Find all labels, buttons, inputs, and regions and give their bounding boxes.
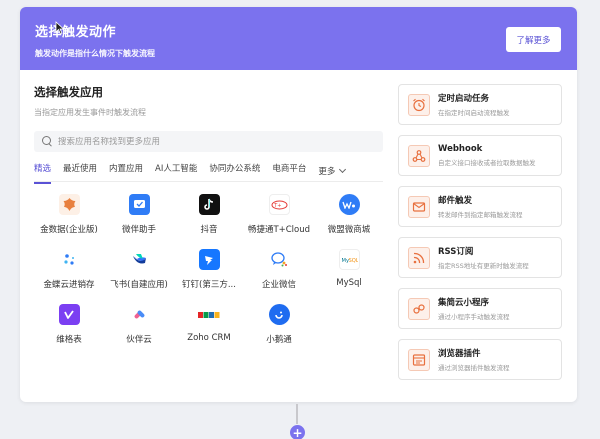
weiban-icon [128, 194, 150, 215]
app-label: 畅捷通T+Cloud [247, 225, 311, 235]
tab-ecommerce[interactable]: 电商平台 [272, 162, 306, 180]
add-step-button[interactable]: + [290, 425, 305, 439]
trigger-mini-program[interactable]: 集简云小程序 通过小程序手动触发流程 [398, 288, 562, 329]
search-icon [42, 136, 53, 147]
trigger-title: 邮件触发 [438, 196, 473, 206]
trigger-rss[interactable]: RSS订阅 指定RSS地址有更新时触发流程 [398, 237, 562, 278]
app-item-xiaoe[interactable]: 小鹅通 [244, 304, 314, 345]
trigger-desc: 自定义接口接收或者拉取数据触发 [438, 159, 536, 167]
app-item-kingdee[interactable]: 金蝶云进销存 [34, 249, 104, 290]
trigger-desc: 指定RSS地址有更新时触发流程 [438, 262, 529, 270]
app-item-mysql[interactable]: My SQL MySql [314, 249, 384, 290]
app-label: 微伴助手 [121, 225, 156, 235]
app-label: 飞书(自建应用) [110, 280, 168, 290]
chanjet-icon: T+ [268, 194, 290, 215]
section-title: 选择触发应用 [34, 85, 103, 99]
trigger-webhook[interactable]: Webhook 自定义接口接收或者拉取数据触发 [398, 135, 562, 176]
app-label: 金蝶云进销存 [43, 280, 95, 290]
rss-icon [408, 246, 430, 269]
app-item-huoban[interactable]: 伙伴云 [104, 304, 174, 345]
banner-subtitle: 触发动作是指什么情况下触发流程 [35, 49, 155, 58]
section-subtitle: 当指定应用发生事件时触发流程 [34, 108, 146, 117]
trigger-desc: 通过小程序手动触发流程 [438, 313, 510, 321]
dingtalk-icon [198, 249, 220, 270]
tab-more[interactable]: 更多 [318, 162, 347, 180]
webhook-icon [408, 144, 430, 167]
huoban-icon [128, 304, 150, 325]
app-item-jinshuju[interactable]: 金数据(企业版) [34, 194, 104, 235]
banner-title: 选择触发动作 [35, 25, 117, 40]
flow-connector-line [296, 404, 298, 424]
app-item-weiban[interactable]: 微伴助手 [104, 194, 174, 235]
app-item-weimob[interactable]: 微盟微商城 [314, 194, 384, 235]
browser-plugin-icon [408, 348, 430, 371]
app-item-zoho[interactable]: Zoho CRM [174, 304, 244, 345]
app-label: 钉钉(第三方... [182, 280, 236, 290]
trigger-title: Webhook [438, 144, 483, 154]
trigger-browser-plugin[interactable]: 浏览器插件 通过浏览器插件触发流程 [398, 339, 562, 380]
xiaoe-icon [268, 304, 290, 325]
app-item-dingtalk[interactable]: 钉钉(第三方... [174, 249, 244, 290]
trigger-title: 定时启动任务 [438, 94, 490, 104]
tabs-divider [34, 181, 383, 182]
app-label: 微盟微商城 [327, 225, 371, 235]
banner: 选择触发动作 触发动作是指什么情况下触发流程 了解更多 [20, 7, 577, 70]
trigger-selection-panel: 选择触发动作 触发动作是指什么情况下触发流程 了解更多 选择触发应用 当指定应用… [20, 7, 577, 402]
trigger-title: 浏览器插件 [438, 349, 481, 359]
app-label: Zoho CRM [187, 333, 231, 343]
app-selection: 选择触发应用 当指定应用发生事件时触发流程 精选 最近使用 内置应用 AI人工智… [34, 84, 384, 345]
douyin-icon [198, 194, 220, 215]
tab-builtin[interactable]: 内置应用 [109, 162, 143, 180]
app-item-feishu[interactable]: 飞书(自建应用) [104, 249, 174, 290]
chevron-down-icon [339, 165, 347, 174]
app-label: 企业微信 [261, 280, 296, 290]
tab-office[interactable]: 协同办公系统 [209, 162, 260, 180]
app-item-douyin[interactable]: 抖音 [174, 194, 244, 235]
mysql-icon: My SQL [338, 249, 360, 270]
app-item-vika[interactable]: 维格表 [34, 304, 104, 345]
tab-featured[interactable]: 精选 [34, 162, 52, 184]
trigger-mail[interactable]: 邮件触发 转发邮件到指定邮箱触发流程 [398, 186, 562, 227]
wecom-icon [268, 249, 290, 270]
search-bar[interactable] [34, 131, 383, 152]
app-label: 小鹅通 [266, 335, 292, 345]
app-label: 维格表 [56, 335, 82, 345]
tab-recent[interactable]: 最近使用 [63, 162, 97, 180]
app-label: 抖音 [200, 225, 218, 235]
mouse-cursor-icon [55, 21, 65, 35]
app-label: 伙伴云 [126, 335, 152, 345]
trigger-title: RSS订阅 [438, 247, 474, 257]
mini-program-icon [408, 297, 430, 320]
builtin-triggers: 定时启动任务 在指定时间启动流程触发 Webhook 自定义接口接收或者拉取数据… [398, 84, 562, 390]
app-grid: 金数据(企业版) 微伴助手 抖音 T+ 畅捷通T+Cloud 微盟微商城 金蝶云… [34, 194, 384, 345]
app-label: MySql [336, 278, 362, 288]
search-input[interactable] [58, 136, 358, 147]
feishu-icon [128, 249, 150, 270]
trigger-scheduled[interactable]: 定时启动任务 在指定时间启动流程触发 [398, 84, 562, 125]
learn-more-button[interactable]: 了解更多 [506, 27, 561, 52]
trigger-desc: 转发邮件到指定邮箱触发流程 [438, 211, 523, 219]
trigger-title: 集简云小程序 [438, 298, 490, 308]
trigger-desc: 在指定时间启动流程触发 [438, 109, 510, 117]
kingdee-icon [58, 249, 80, 270]
tab-ai[interactable]: AI人工智能 [155, 162, 197, 180]
app-label: 金数据(企业版) [40, 225, 98, 235]
weimob-icon [338, 194, 360, 215]
app-item-wecom[interactable]: 企业微信 [244, 249, 314, 290]
svg-text:T+: T+ [273, 203, 281, 209]
category-tabs: 精选 最近使用 内置应用 AI人工智能 协同办公系统 电商平台 更多 [34, 162, 384, 184]
mail-icon [408, 195, 430, 218]
svg-text:SQL: SQL [348, 258, 358, 264]
alarm-clock-icon [408, 93, 430, 116]
tab-more-label: 更多 [318, 167, 336, 177]
vika-icon [58, 304, 80, 325]
zoho-icon [197, 304, 221, 325]
app-item-chanjet[interactable]: T+ 畅捷通T+Cloud [244, 194, 314, 235]
jinshuju-icon [58, 194, 80, 215]
trigger-desc: 通过浏览器插件触发流程 [438, 364, 510, 372]
